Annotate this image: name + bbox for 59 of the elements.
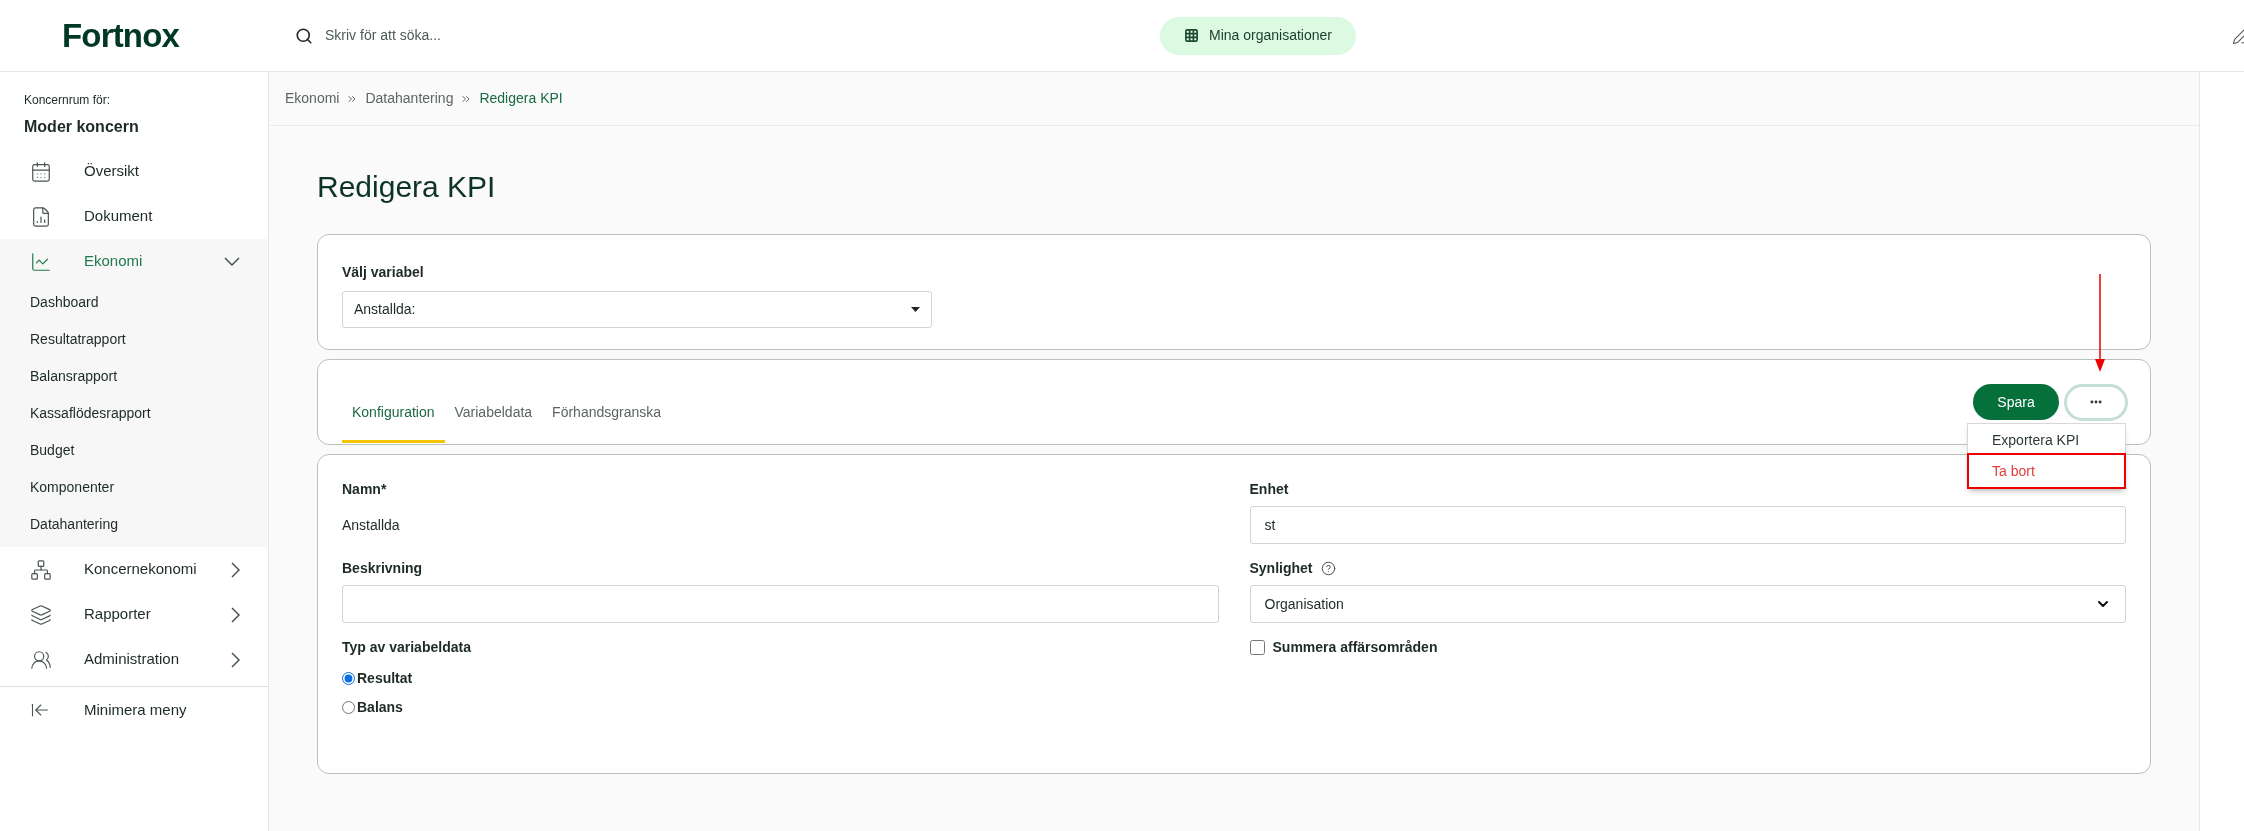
- menu-item[interactable]: Ta bort: [1968, 454, 2125, 488]
- chevron-down-icon: [224, 257, 240, 266]
- chevron-right-icon: [231, 606, 240, 623]
- field-label: Namn*: [342, 480, 388, 499]
- layers-icon: [30, 603, 52, 626]
- organisations-button[interactable]: Mina organisationer: [1160, 16, 1356, 55]
- sidebar-subitem[interactable]: Budget: [0, 432, 268, 469]
- grid-icon: [1184, 28, 1199, 43]
- radio-button[interactable]: [342, 701, 355, 714]
- save-button[interactable]: Spara: [1973, 384, 2059, 420]
- sidebar-item[interactable]: Ekonomi: [0, 239, 268, 284]
- caret-down-icon: [911, 307, 920, 312]
- users-icon: [30, 648, 52, 671]
- help-icon[interactable]: [1320, 561, 1336, 576]
- field-label: Enhet: [1249, 480, 1290, 499]
- name-value: Anstallda: [342, 515, 401, 535]
- field-label: Synlighet: [1249, 559, 1313, 578]
- search-field[interactable]: Skriv för att söka...: [325, 25, 725, 46]
- field-label: Välj variabel: [342, 263, 425, 282]
- hierarchy-icon: [30, 558, 52, 581]
- tab[interactable]: Konfiguration: [342, 385, 445, 443]
- chevron-right-icon: [231, 651, 240, 668]
- line-chart-icon: [30, 250, 52, 273]
- visibility-select[interactable]: Organisation: [1249, 585, 2126, 623]
- context-name: Moder koncern: [23, 117, 140, 137]
- variable-select[interactable]: Anstallda:: [342, 291, 932, 328]
- context-label: Koncernrum för:: [23, 92, 112, 109]
- tab[interactable]: Variabeldata: [444, 385, 543, 443]
- sidebar-subitem[interactable]: Komponenter: [0, 469, 268, 506]
- sidebar-item[interactable]: Koncernekonomi: [0, 547, 268, 592]
- description-field[interactable]: [342, 585, 1219, 623]
- sidebar-subitem[interactable]: Dashboard: [0, 284, 268, 321]
- radio-label: Resultat: [357, 669, 413, 688]
- radio-label: Balans: [357, 698, 403, 717]
- sidebar-item[interactable]: Administration: [0, 637, 268, 682]
- breadcrumb-link[interactable]: Ekonomi: [285, 88, 340, 109]
- menu-item[interactable]: Exportera KPI: [1968, 426, 2125, 454]
- unit-field[interactable]: st: [1249, 506, 2126, 544]
- sidebar-subitem[interactable]: Resultatrapport: [0, 321, 268, 358]
- checkbox[interactable]: [1249, 640, 1265, 655]
- field-label: Typ av variabeldata: [342, 638, 472, 657]
- page-title: Redigera KPI: [317, 169, 497, 205]
- tab[interactable]: Förhandsgranska: [542, 385, 672, 443]
- chevron-right-icon: [231, 561, 240, 578]
- checkbox-label: Summera affärsområden: [1272, 638, 1438, 657]
- breadcrumb-link[interactable]: Datahantering: [365, 88, 454, 109]
- logo[interactable]: Fortnox: [62, 16, 180, 54]
- radio-button[interactable]: [342, 672, 355, 685]
- search-icon: [295, 26, 313, 45]
- breadcrumb-link[interactable]: Redigera KPI: [479, 88, 563, 109]
- sidebar-subitem[interactable]: Kassaflödesrapport: [0, 395, 268, 432]
- sidebar-item[interactable]: Dokument: [0, 194, 268, 239]
- document-chart-icon: [30, 205, 52, 228]
- sidebar-item[interactable]: Översikt: [0, 149, 268, 194]
- sidebar-subitem[interactable]: Datahantering: [0, 506, 268, 543]
- field-label: Beskrivning: [342, 559, 424, 578]
- collapse-menu-item[interactable]: Minimera meny: [0, 687, 268, 733]
- sidebar-subitem[interactable]: Balansrapport: [0, 358, 268, 395]
- sidebar-item[interactable]: Rapporter: [0, 592, 268, 637]
